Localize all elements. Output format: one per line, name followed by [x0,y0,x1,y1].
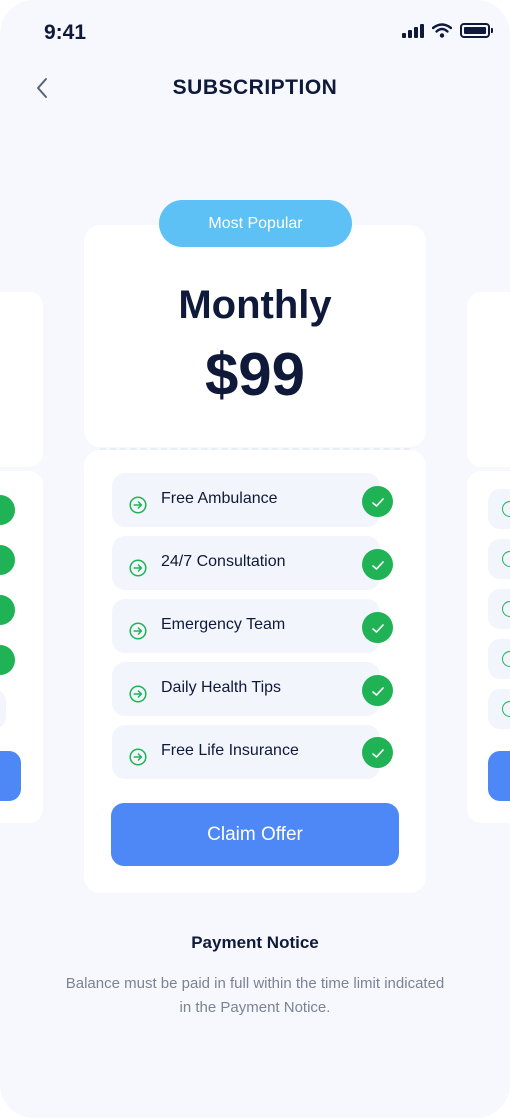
feature-label: Emergency Team [161,615,286,633]
previous-plan-card-bottom[interactable] [0,471,43,823]
arrow-right-circle-icon [129,622,147,640]
feature-label: Free Life Insurance [161,741,299,759]
check-icon [362,675,393,706]
feature-pill [488,489,510,529]
check-icon [0,545,15,575]
claim-offer-button[interactable]: Claim Offer [111,803,399,866]
next-plan-claim-button[interactable] [488,751,510,801]
subscription-screen: 9:41 SUBSCRIPTION Most Popular Monthly $… [0,0,510,1118]
payment-notice-text: Balance must be paid in full within the … [65,975,445,1016]
feature-pill [0,689,6,729]
arrow-right-icon [502,601,510,617]
page-title: SUBSCRIPTION [172,76,338,99]
previous-plan-claim-button[interactable] [0,751,21,801]
arrow-right-circle-icon [129,559,147,577]
arrow-right-circle-icon [129,748,147,766]
feature-label: Free Ambulance [161,489,278,507]
payment-notice-title: Payment Notice [191,933,319,952]
plan-name: Monthly [178,283,332,327]
feature-pill [488,639,510,679]
arrow-right-circle-icon [129,496,147,514]
check-icon [362,549,393,580]
previous-plan-card-top[interactable] [0,292,43,467]
feature-pill [488,539,510,579]
feature-item: Daily Health Tips [112,662,380,716]
check-icon [0,645,15,675]
feature-label: 24/7 Consultation [161,552,286,570]
arrow-right-circle-icon [129,685,147,703]
check-icon [362,486,393,517]
feature-label: Daily Health Tips [161,678,282,696]
wifi-icon [432,22,452,38]
feature-pill [488,589,510,629]
arrow-right-icon [502,651,510,667]
check-icon [0,595,15,625]
next-plan-card-top[interactable] [467,292,510,467]
plan-card-header [84,225,426,447]
plan-price: $99 [204,341,306,408]
check-icon [362,612,393,643]
feature-item: 24/7 Consultation [112,536,380,590]
feature-item: Emergency Team [112,599,380,653]
feature-item: Free Life Insurance [112,725,380,779]
status-time: 9:41 [44,21,87,44]
cellular-signal-icon [402,22,424,38]
check-icon [0,495,15,525]
most-popular-badge: Most Popular [159,200,352,247]
feature-item: Free Ambulance [112,473,380,527]
status-icons [402,22,493,38]
arrow-right-icon [502,551,510,567]
check-icon [362,737,393,768]
next-plan-card-bottom[interactable] [467,471,510,823]
feature-pill [488,689,510,729]
arrow-right-icon [502,701,510,717]
arrow-right-icon [502,501,510,517]
battery-icon [460,22,493,38]
